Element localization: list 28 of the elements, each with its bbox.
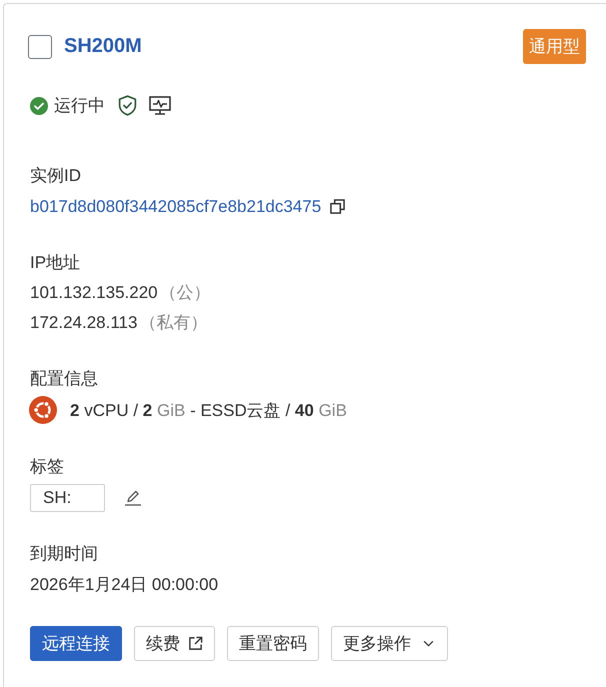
more-actions-dropdown[interactable]: 更多操作	[331, 626, 448, 661]
ip-address: 101.132.135.220	[30, 282, 158, 304]
ip-type: （公）	[160, 282, 211, 304]
spec-text: 2 vCPU / 2 GiB - ESSD云盘 / 40 GiB	[70, 400, 347, 422]
field-value: 2026年1月24日 00:00:00	[30, 574, 218, 596]
ip-type: （私有）	[139, 312, 208, 334]
field-label: 配置信息	[30, 368, 98, 390]
field-label: 到期时间	[30, 543, 98, 565]
instance-id-link[interactable]: b017d8d080f3442085cf7e8b21dc3475	[30, 191, 322, 222]
copy-icon[interactable]	[330, 199, 346, 214]
renew-button[interactable]: 续费	[134, 626, 215, 661]
external-link-icon	[188, 636, 203, 651]
chevron-down-icon	[423, 640, 434, 647]
action-button[interactable]: 重置密码	[227, 626, 319, 661]
tag-chip: SH:	[30, 484, 105, 512]
checkbox[interactable]	[28, 34, 52, 58]
field-label: 标签	[30, 456, 64, 478]
instance-name-link[interactable]: SH200M	[64, 35, 142, 58]
monitor-pulse-icon[interactable]	[149, 96, 171, 115]
os-logo-icon	[29, 396, 57, 424]
field-label: 实例ID	[30, 165, 81, 187]
ip-address: 172.24.28.113	[30, 312, 138, 334]
field-label: IP地址	[30, 252, 80, 274]
shield-check-icon[interactable]	[118, 95, 137, 116]
edit-icon[interactable]	[124, 490, 142, 506]
remote-connect-button[interactable]: 远程连接	[30, 626, 122, 661]
instance-type-badge: 通用型	[523, 29, 586, 64]
status-label: 运行中	[54, 95, 105, 117]
